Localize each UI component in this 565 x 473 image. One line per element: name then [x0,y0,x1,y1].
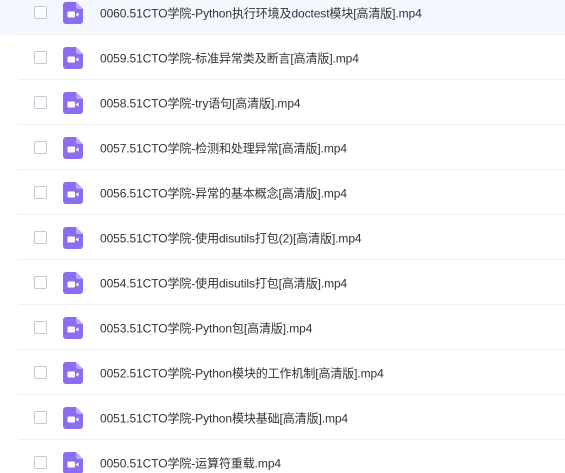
video-file-icon [63,406,83,429]
file-row[interactable]: 0057.51CTO学院-检测和处理异常[高清版].mp4 [0,125,565,170]
file-name[interactable]: 0053.51CTO学院-Python包[高清版].mp4 [100,319,312,336]
video-file-icon [63,181,83,204]
file-name[interactable]: 0060.51CTO学院-Python执行环境及doctest模块[高清版].m… [100,4,422,21]
file-row[interactable]: 0050.51CTO学院-运算符重载.mp4 [0,440,565,473]
video-file-icon [63,46,83,69]
file-name[interactable]: 0050.51CTO学院-运算符重载.mp4 [100,454,281,471]
file-name[interactable]: 0058.51CTO学院-try语句[高清版].mp4 [100,94,301,111]
row-checkbox[interactable] [34,95,47,109]
file-row[interactable]: 0055.51CTO学院-使用disutils打包(2)[高清版].mp4 [0,215,565,260]
file-name[interactable]: 0057.51CTO学院-检测和处理异常[高清版].mp4 [100,139,347,156]
row-checkbox[interactable] [34,320,47,334]
file-row[interactable]: 0056.51CTO学院-异常的基本概念[高清版].mp4 [0,170,565,215]
file-row[interactable]: 0054.51CTO学院-使用disutils打包[高清版].mp4 [0,260,565,305]
row-checkbox[interactable] [34,455,47,469]
file-row[interactable]: 0052.51CTO学院-Python模块的工作机制[高清版].mp4 [0,350,565,395]
file-name[interactable]: 0055.51CTO学院-使用disutils打包(2)[高清版].mp4 [100,229,362,246]
file-row[interactable]: 0060.51CTO学院-Python执行环境及doctest模块[高清版].m… [0,0,565,35]
file-name[interactable]: 0059.51CTO学院-标准异常类及断言[高清版].mp4 [100,49,359,66]
video-file-icon [63,91,83,114]
row-checkbox[interactable] [34,275,47,289]
video-file-icon [63,226,83,249]
file-name[interactable]: 0051.51CTO学院-Python模块基础[高清版].mp4 [100,409,348,426]
file-list: 0060.51CTO学院-Python执行环境及doctest模块[高清版].m… [0,0,565,473]
file-name[interactable]: 0056.51CTO学院-异常的基本概念[高清版].mp4 [100,184,347,201]
row-checkbox[interactable] [34,185,47,199]
row-checkbox[interactable] [34,140,47,154]
row-checkbox[interactable] [34,230,47,244]
row-checkbox[interactable] [34,410,47,424]
file-row[interactable]: 0051.51CTO学院-Python模块基础[高清版].mp4 [0,395,565,440]
video-file-icon [63,361,83,384]
file-name[interactable]: 0052.51CTO学院-Python模块的工作机制[高清版].mp4 [100,364,384,381]
video-file-icon [63,316,83,339]
row-checkbox[interactable] [34,365,47,379]
video-file-icon [63,451,83,473]
row-checkbox[interactable] [34,50,47,64]
video-file-icon [63,136,83,159]
file-row[interactable]: 0059.51CTO学院-标准异常类及断言[高清版].mp4 [0,35,565,80]
file-name[interactable]: 0054.51CTO学院-使用disutils打包[高清版].mp4 [100,274,347,291]
video-file-icon [63,1,83,24]
video-file-icon [63,271,83,294]
row-checkbox[interactable] [34,5,47,19]
file-row[interactable]: 0053.51CTO学院-Python包[高清版].mp4 [0,305,565,350]
file-row[interactable]: 0058.51CTO学院-try语句[高清版].mp4 [0,80,565,125]
